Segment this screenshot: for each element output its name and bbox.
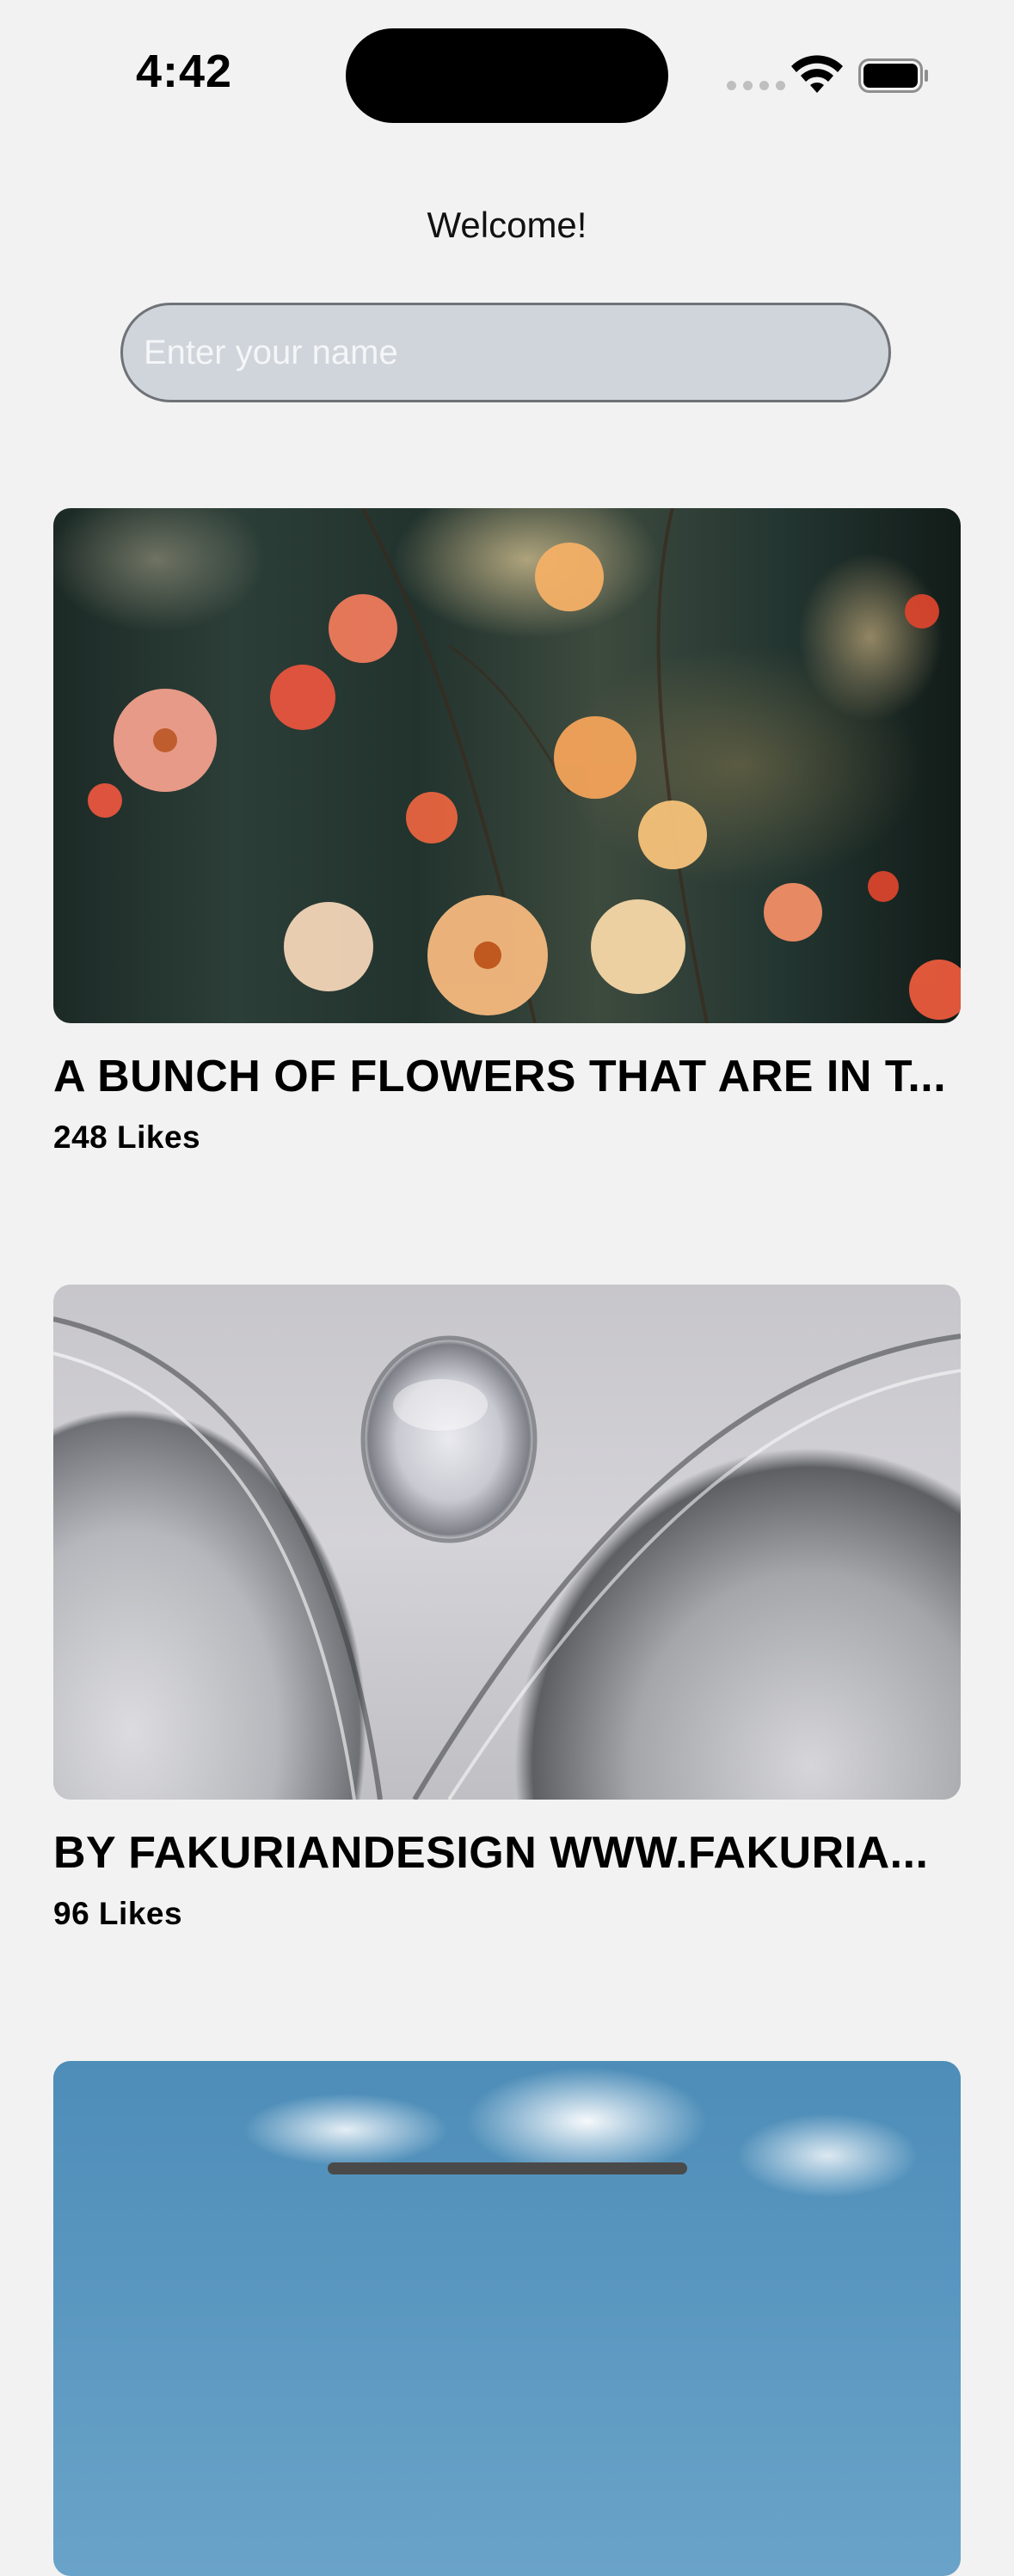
likes-count: 96 Likes [53, 1896, 183, 1931]
sky-clouds-photo[interactable] [53, 2061, 961, 2576]
card-title: A BUNCH OF FLOWERS THAT ARE IN T... [53, 1052, 947, 1101]
flowers-illustration [88, 508, 961, 1023]
signal-dots-icon [727, 81, 785, 90]
glass-abstract-photo[interactable] [53, 1285, 961, 1800]
likes-count: 248 Likes [53, 1119, 201, 1155]
dynamic-island [346, 28, 668, 123]
card-title: BY FAKURIANDESIGN WWW.FAKURIA... [53, 1828, 929, 1878]
welcome-title: Welcome! [427, 205, 587, 245]
home-indicator[interactable] [328, 2162, 687, 2174]
wifi-icon [791, 55, 843, 93]
status-time: 4:42 [136, 46, 233, 97]
name-input[interactable] [120, 303, 891, 402]
glass-illustration [53, 1316, 961, 1800]
flowers-photo[interactable] [53, 508, 961, 1023]
battery-icon [858, 58, 928, 93]
